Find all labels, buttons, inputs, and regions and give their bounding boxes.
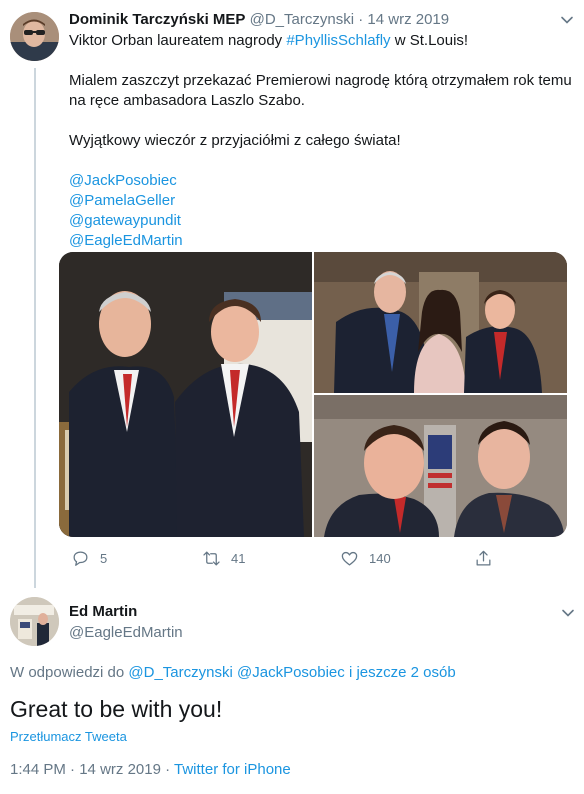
replying-to-more-link[interactable]: i jeszcze 2 osób bbox=[349, 664, 456, 681]
replying-to-line: W odpowiedzi do @D_Tarczynski @JackPosob… bbox=[10, 663, 456, 683]
thread-connector-line bbox=[34, 68, 36, 588]
hashtag-link[interactable]: #PhyllisSchlafly bbox=[286, 32, 390, 49]
author-avatar[interactable] bbox=[10, 12, 59, 61]
retweet-button[interactable]: 41 bbox=[202, 548, 245, 568]
tweet-action-bar: 5 41 140 bbox=[59, 548, 499, 568]
mention-link[interactable]: @gatewaypundit bbox=[69, 211, 577, 231]
meta-separator: · bbox=[165, 761, 171, 778]
reply-icon bbox=[73, 551, 88, 566]
mention-link[interactable]: @EagleEdMartin bbox=[69, 231, 577, 251]
chevron-down-icon[interactable] bbox=[560, 605, 576, 621]
replying-to-user-link[interactable]: @D_Tarczynski bbox=[128, 664, 232, 681]
reply-time[interactable]: 1:44 PM bbox=[10, 761, 66, 778]
replying-to-prefix: W odpowiedzi do bbox=[10, 664, 129, 681]
reply-author-handle[interactable]: @EagleEdMartin bbox=[69, 623, 183, 643]
tweet-source-link[interactable]: Twitter for iPhone bbox=[174, 761, 291, 778]
tweet-header: Dominik Tarczyński MEP @D_Tarczynski · 1… bbox=[69, 10, 577, 30]
header-separator: · bbox=[358, 11, 364, 28]
author-handle[interactable]: @D_Tarczynski bbox=[250, 11, 354, 28]
share-icon bbox=[476, 550, 491, 565]
mention-link[interactable]: @JackPosobiec bbox=[69, 171, 577, 191]
like-count: 140 bbox=[369, 550, 391, 566]
reply-timestamp-line: 1:44 PM · 14 wrz 2019 · Twitter for iPho… bbox=[10, 760, 291, 780]
tweet-text-line1: Viktor Orban laureatem nagrody bbox=[69, 32, 287, 49]
reply-author-avatar[interactable] bbox=[10, 597, 59, 646]
tweet-text-line1-end: w St.Louis! bbox=[390, 32, 469, 49]
meta-separator: · bbox=[70, 761, 76, 778]
tweet-date[interactable]: 14 wrz 2019 bbox=[367, 11, 449, 28]
tweet-media-grid bbox=[59, 252, 567, 537]
chevron-down-icon[interactable] bbox=[559, 12, 575, 28]
like-button[interactable]: 140 bbox=[340, 548, 391, 568]
reply-date[interactable]: 14 wrz 2019 bbox=[79, 761, 161, 778]
media-photo-2[interactable] bbox=[314, 252, 567, 393]
mention-link[interactable]: @PamelaGeller bbox=[69, 191, 577, 211]
reply-author-name[interactable]: Ed Martin bbox=[69, 602, 137, 622]
replying-to-user-link[interactable]: @JackPosobiec bbox=[237, 664, 345, 681]
retweet-icon bbox=[203, 551, 220, 565]
translate-tweet-link[interactable]: Przetłumacz Tweeta bbox=[10, 728, 127, 746]
tweet-paragraph-3: Wyjątkowy wieczór z przyjaciółmi z całeg… bbox=[69, 132, 401, 149]
like-icon bbox=[341, 551, 358, 565]
mention-list: @JackPosobiec @PamelaGeller @gatewaypund… bbox=[69, 171, 577, 251]
media-photo-3[interactable] bbox=[314, 395, 567, 537]
retweet-count: 41 bbox=[231, 550, 246, 566]
tweet-paragraph-2: Mialem zaszczyt przekazać Premierowi nag… bbox=[69, 72, 572, 109]
author-name[interactable]: Dominik Tarczyński MEP bbox=[69, 11, 245, 28]
reply-button[interactable]: 5 bbox=[71, 548, 107, 568]
share-button[interactable] bbox=[474, 548, 493, 568]
reply-text: Great to be with you! bbox=[10, 696, 223, 722]
reply-count: 5 bbox=[100, 550, 108, 566]
tweet-text: Viktor Orban laureatem nagrody #PhyllisS… bbox=[69, 31, 577, 251]
media-photo-1[interactable] bbox=[59, 252, 312, 537]
